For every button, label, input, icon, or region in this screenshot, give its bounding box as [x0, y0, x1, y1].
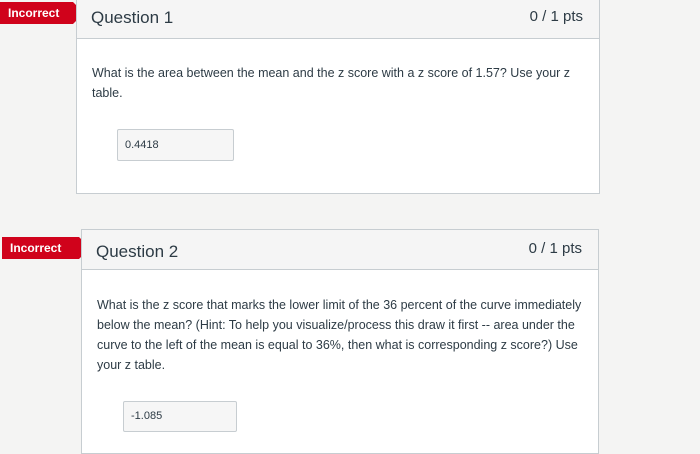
question-1-card: Question 1 0 / 1 pts What is the area be… — [76, 0, 600, 194]
incorrect-badge-label: Incorrect — [10, 241, 62, 255]
question-2-answer-value: -1.085 — [131, 410, 163, 422]
question-1-points: 0 / 1 pts — [529, 8, 583, 25]
question-2-points: 0 / 1 pts — [528, 240, 582, 257]
incorrect-badge-label: Incorrect — [8, 6, 60, 20]
question-2-text: What is the z score that marks the lower… — [97, 298, 582, 372]
question-1-header: Question 1 0 / 1 pts — [77, 0, 599, 39]
question-1-text: What is the area between the mean and th… — [92, 66, 571, 100]
question-1-answer: 0.4418 — [117, 129, 234, 161]
question-2-header: Question 2 0 / 1 pts — [82, 230, 598, 270]
question-1-title: Question 1 — [91, 8, 174, 27]
incorrect-badge: Incorrect — [0, 2, 84, 24]
question-2-answer: -1.085 — [123, 401, 237, 432]
incorrect-badge: Incorrect — [2, 237, 90, 259]
question-2-card: Question 2 0 / 1 pts What is the z score… — [81, 229, 599, 454]
question-2-title: Question 2 — [96, 242, 179, 261]
question-1-answer-value: 0.4418 — [125, 139, 159, 151]
